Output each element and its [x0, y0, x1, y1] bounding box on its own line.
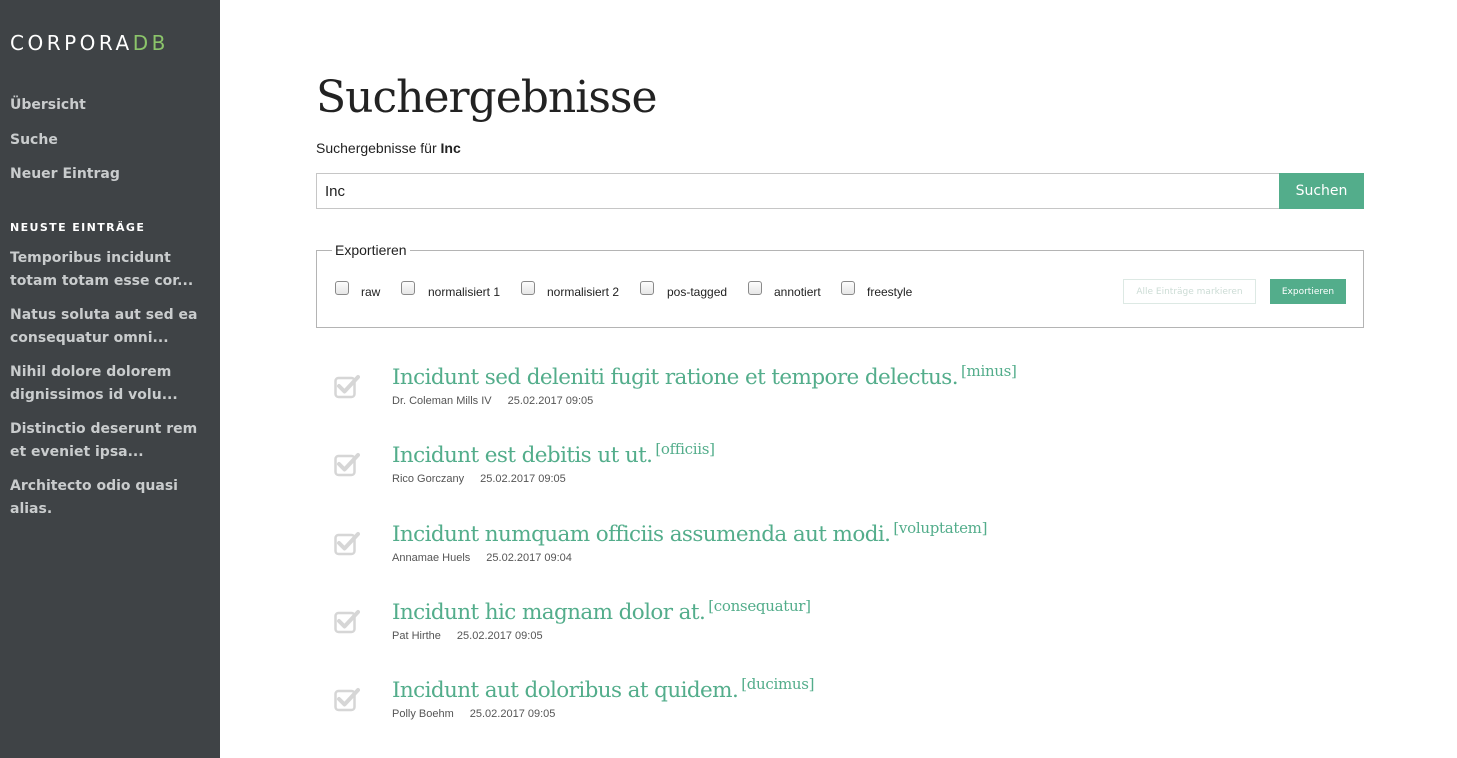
result-author: Pat Hirthe [392, 629, 441, 642]
search-summary-prefix: Suchergebnisse für [316, 140, 437, 156]
result-title-link[interactable]: Incidunt aut doloribus at quidem. [ducimu… [392, 675, 815, 704]
result-title: Incidunt aut doloribus at quidem. [392, 678, 739, 704]
export-option-label: pos-tagged [667, 285, 728, 299]
result-title-link[interactable]: Incidunt numquam officiis assumenda aut … [392, 519, 987, 547]
main-nav: Übersicht Suche Neuer Eintrag [10, 95, 120, 199]
result-date: 25.02.2017 09:05 [456, 629, 543, 642]
result-date: 25.02.2017 09:05 [480, 473, 566, 486]
result-title-link[interactable]: Incidunt sed deleniti fugit ratione et t… [392, 362, 1017, 390]
search-form: Suchen [316, 173, 1364, 209]
result-item: Incidunt numquam officiis assumenda aut … [316, 515, 1364, 593]
result-tag: [minus] [960, 362, 1017, 380]
result-tag: [ducimus] [741, 675, 815, 694]
mark-all-entries-button[interactable]: Alle Einträge markieren [1123, 279, 1256, 304]
export-checkbox[interactable] [401, 281, 415, 295]
export-panel: Exportieren raw normalisiert 1 normalisi… [316, 242, 1364, 328]
result-title: Incidunt est debitis ut ut. [392, 443, 653, 469]
result-meta: Rico Gorczany 25.02.2017 09:05 [392, 473, 566, 485]
export-option-label: normalisiert 1 [428, 285, 501, 299]
result-meta: Annamae Huels 25.02.2017 09:04 [392, 552, 572, 564]
result-meta: Polly Boehm 25.02.2017 09:05 [392, 708, 555, 720]
result-meta: Dr. Coleman Mills IV 25.02.2017 09:05 [392, 395, 593, 407]
nav-item-search[interactable]: Suche [10, 130, 120, 165]
result-item: Incidunt hic magnam dolor at. [consequatu… [316, 593, 1364, 671]
app-logo[interactable]: CORPORADB [10, 31, 169, 55]
export-checkbox[interactable] [841, 281, 855, 295]
result-item: Incidunt est debitis ut ut. [officiis] Ri… [316, 436, 1364, 514]
page-title: Suchergebnisse [316, 72, 658, 123]
result-tag: [voluptatem] [893, 518, 988, 537]
result-author: Rico Gorczany [392, 473, 465, 486]
search-summary: Suchergebnisse für Inc [316, 140, 461, 156]
export-legend: Exportieren [332, 242, 410, 258]
result-title-link[interactable]: Incidunt hic magnam dolor at. [consequatu… [392, 597, 811, 625]
recent-entry-link[interactable]: Nihil dolore dolorem dignissimos id volu… [10, 361, 210, 407]
result-date: 25.02.2017 09:05 [507, 395, 594, 407]
export-checkbox[interactable] [640, 281, 654, 295]
checkbox-check-icon[interactable] [334, 451, 360, 477]
recent-entry-link[interactable]: Temporibus incidunt totam totam esse cor… [10, 247, 210, 293]
export-option-label: normalisiert 2 [547, 285, 620, 299]
export-checkbox[interactable] [521, 281, 535, 295]
search-input[interactable] [316, 173, 1280, 209]
logo-main: CORPORA [10, 31, 133, 55]
result-title: Incidunt sed deleniti fugit ratione et t… [392, 365, 959, 390]
result-title: Incidunt numquam officiis assumenda aut … [392, 521, 891, 547]
result-date: 25.02.2017 09:05 [469, 708, 556, 721]
export-checkbox[interactable] [335, 281, 349, 295]
result-author: Annamae Huels [392, 551, 471, 564]
nav-item-new-entry[interactable]: Neuer Eintrag [10, 164, 120, 199]
recent-entries-list: Temporibus incidunt totam totam esse cor… [10, 247, 210, 532]
checkbox-check-icon[interactable] [334, 686, 360, 712]
sidebar: CORPORADB Übersicht Suche Neuer Eintrag … [0, 0, 220, 758]
result-item: Incidunt aut doloribus at quidem. [ducimu… [316, 671, 1364, 749]
checkbox-check-icon[interactable] [334, 373, 360, 399]
recent-entry-link[interactable]: Distinctio deserunt rem et eveniet ipsa.… [10, 418, 210, 464]
result-author: Polly Boehm [392, 708, 454, 721]
result-item: Incidunt sed deleniti fugit ratione et t… [316, 358, 1364, 436]
export-option-label: annotiert [774, 285, 821, 299]
recent-entry-link[interactable]: Architecto odio quasi alias. [10, 475, 210, 521]
checkbox-check-icon[interactable] [334, 530, 360, 556]
result-tag: [consequatur] [708, 596, 811, 615]
nav-item-overview[interactable]: Übersicht [10, 95, 120, 130]
search-summary-query: Inc [440, 140, 461, 156]
search-results-list: Incidunt sed deleniti fugit ratione et t… [316, 358, 1364, 749]
result-title: Incidunt hic magnam dolor at. [392, 599, 706, 625]
result-author: Dr. Coleman Mills IV [392, 395, 492, 407]
export-option-label: freestyle [867, 285, 913, 299]
recent-entry-link[interactable]: Natus soluta aut sed ea consequatur omni… [10, 304, 210, 350]
export-option-label: raw [361, 285, 381, 299]
result-date: 25.02.2017 09:04 [486, 551, 572, 564]
checkbox-check-icon[interactable] [334, 608, 360, 634]
result-meta: Pat Hirthe 25.02.2017 09:05 [392, 630, 543, 642]
recent-entries-heading: NEUSTE EINTRÄGE [10, 221, 146, 234]
export-checkbox[interactable] [748, 281, 762, 295]
logo-accent: DB [132, 31, 169, 55]
search-button[interactable]: Suchen [1279, 173, 1364, 209]
result-tag: [officiis] [655, 440, 715, 459]
export-button[interactable]: Exportieren [1270, 279, 1346, 304]
result-title-link[interactable]: Incidunt est debitis ut ut. [officiis] [392, 440, 715, 468]
